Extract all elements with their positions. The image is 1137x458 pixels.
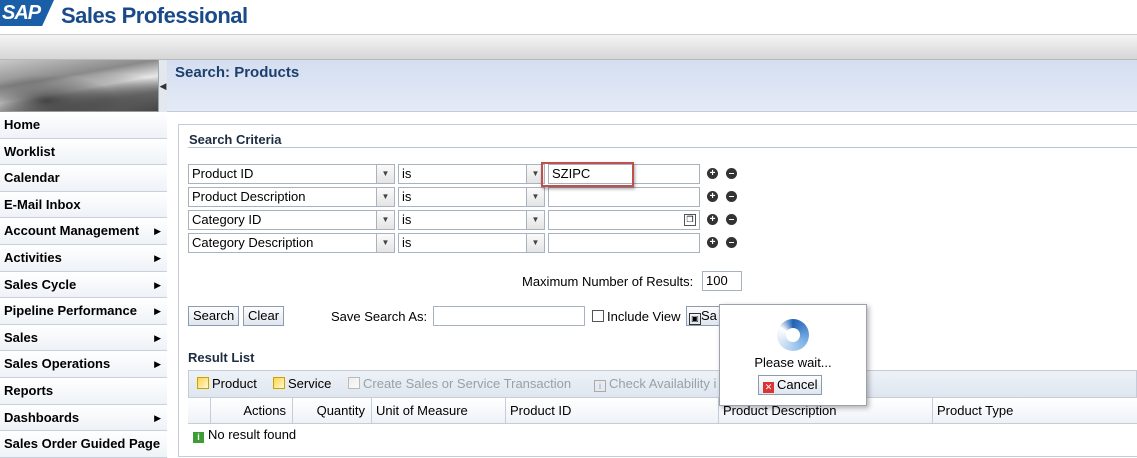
nav-item-pipeline-performance[interactable]: Pipeline Performance ▶ — [0, 298, 167, 325]
field-select-row3[interactable]: Category ID ▼ — [188, 210, 395, 230]
value-input-row2[interactable] — [548, 187, 700, 207]
loading-spinner-icon — [777, 319, 809, 351]
plus-icon[interactable]: + — [707, 237, 718, 248]
check-availability-button[interactable]: i Check Availability i — [594, 376, 716, 392]
max-results-input[interactable]: 100 — [702, 271, 742, 291]
operator-select-row2[interactable]: is ▼ — [398, 187, 545, 207]
chevron-down-icon: ▼ — [376, 211, 394, 229]
nav-item-calendar[interactable]: Calendar — [0, 165, 167, 192]
value-input-row4[interactable] — [548, 233, 700, 253]
divider — [188, 147, 1137, 148]
header-toolbar — [0, 34, 1137, 60]
value-help-icon[interactable]: ❐ — [684, 214, 696, 226]
field-select-row4[interactable]: Category Description ▼ — [188, 233, 395, 253]
floppy-disk-icon: ▣ — [689, 313, 701, 325]
column-product-type[interactable]: Product Type — [932, 398, 1137, 424]
search-criteria-title: Search Criteria — [189, 132, 282, 147]
chevron-left-icon[interactable]: ◀ — [158, 60, 167, 112]
select-column[interactable] — [188, 398, 210, 424]
info-icon: i — [594, 380, 606, 392]
top-banner: SAP Sales Professional — [0, 0, 1137, 34]
save-search-label: Save Search As: — [331, 309, 428, 324]
plus-icon[interactable]: + — [707, 214, 718, 225]
new-icon — [348, 377, 360, 389]
page-header: Search: Products — [167, 60, 1137, 112]
column-unit-of-measure[interactable]: Unit of Measure — [371, 398, 505, 424]
nav-item-email-inbox[interactable]: E-Mail Inbox — [0, 191, 167, 219]
nav-item-sales[interactable]: Sales ▶ — [0, 324, 167, 352]
chevron-down-icon: ▼ — [376, 188, 394, 206]
result-table-header: Actions Quantity Unit of Measure Product… — [188, 398, 1137, 424]
submenu-arrow-icon: ▶ — [154, 226, 161, 237]
chevron-down-icon: ▼ — [376, 165, 394, 183]
nav-item-sales-order-guided-page[interactable]: Sales Order Guided Page — [0, 431, 167, 458]
operator-select-row4[interactable]: is ▼ — [398, 233, 545, 253]
result-list-title: Result List — [188, 350, 255, 365]
cancel-button[interactable]: ✕ Cancel — [758, 375, 823, 395]
chevron-down-icon: ▼ — [376, 234, 394, 252]
column-actions[interactable]: Actions — [210, 398, 292, 424]
submenu-arrow-icon: ▶ — [154, 412, 161, 423]
empty-result-message: i No result found — [193, 427, 296, 443]
chevron-down-icon: ▼ — [526, 234, 544, 252]
chevron-down-icon: ▼ — [526, 211, 544, 229]
header-landscape-image — [0, 60, 158, 112]
app-title: Sales Professional — [61, 3, 248, 28]
nav-item-sales-cycle[interactable]: Sales Cycle ▶ — [0, 271, 167, 299]
submenu-arrow-icon: ▶ — [154, 252, 161, 263]
chevron-down-icon: ▼ — [526, 188, 544, 206]
minus-icon[interactable]: – — [726, 214, 737, 225]
nav-item-activities[interactable]: Activities ▶ — [0, 244, 167, 272]
sap-logo: SAP — [0, 0, 54, 26]
clear-button[interactable]: Clear — [243, 306, 285, 326]
search-button[interactable]: Search — [188, 306, 240, 326]
please-wait-dialog: Please wait... ✕ Cancel — [719, 304, 867, 406]
max-results-label: Maximum Number of Results: — [522, 274, 694, 289]
operator-select-row3[interactable]: is ▼ — [398, 210, 545, 230]
include-view-checkbox[interactable] — [592, 310, 604, 322]
submenu-arrow-icon: ▶ — [154, 332, 161, 343]
plus-icon[interactable]: + — [707, 191, 718, 202]
column-quantity[interactable]: Quantity — [292, 398, 371, 424]
close-icon: ✕ — [763, 382, 774, 393]
highlight-annotation — [541, 162, 634, 187]
nav-item-sales-operations[interactable]: Sales Operations ▶ — [0, 351, 167, 378]
new-product-button[interactable]: Product — [197, 376, 257, 391]
field-select-row1[interactable]: Product ID ▼ — [188, 164, 395, 184]
please-wait-message: Please wait... — [754, 355, 832, 370]
operator-select-row1[interactable]: is ▼ — [398, 164, 545, 184]
new-service-button[interactable]: Service — [273, 376, 331, 391]
submenu-arrow-icon: ▶ — [154, 279, 161, 290]
minus-icon[interactable]: – — [726, 191, 737, 202]
nav-item-home[interactable]: Home — [0, 112, 167, 139]
navigation-bar: Home Worklist Calendar E-Mail Inbox Acco… — [0, 112, 167, 458]
result-toolbar: Product Service Create Sales or Service … — [188, 370, 1137, 398]
submenu-arrow-icon: ▶ — [154, 359, 161, 370]
include-view-label: Include View — [607, 309, 681, 324]
value-input-row3[interactable]: ❐ — [548, 210, 700, 230]
save-search-input[interactable] — [433, 306, 585, 326]
new-icon — [197, 377, 209, 389]
nav-item-reports[interactable]: Reports — [0, 377, 167, 405]
nav-item-dashboards[interactable]: Dashboards ▶ — [0, 404, 167, 432]
nav-item-account-management[interactable]: Account Management ▶ — [0, 218, 167, 245]
plus-icon[interactable]: + — [707, 168, 718, 179]
save-button[interactable]: ▣ Sa — [686, 306, 722, 326]
submenu-arrow-icon: ▶ — [154, 306, 161, 317]
page-title: Search: Products — [175, 64, 300, 81]
minus-icon[interactable]: – — [726, 168, 737, 179]
column-product-id[interactable]: Product ID — [505, 398, 718, 424]
create-transaction-button[interactable]: Create Sales or Service Transaction — [348, 376, 571, 391]
new-icon — [273, 377, 285, 389]
info-icon: i — [193, 432, 204, 443]
field-select-row2[interactable]: Product Description ▼ — [188, 187, 395, 207]
minus-icon[interactable]: – — [726, 237, 737, 248]
nav-item-worklist[interactable]: Worklist — [0, 138, 167, 166]
